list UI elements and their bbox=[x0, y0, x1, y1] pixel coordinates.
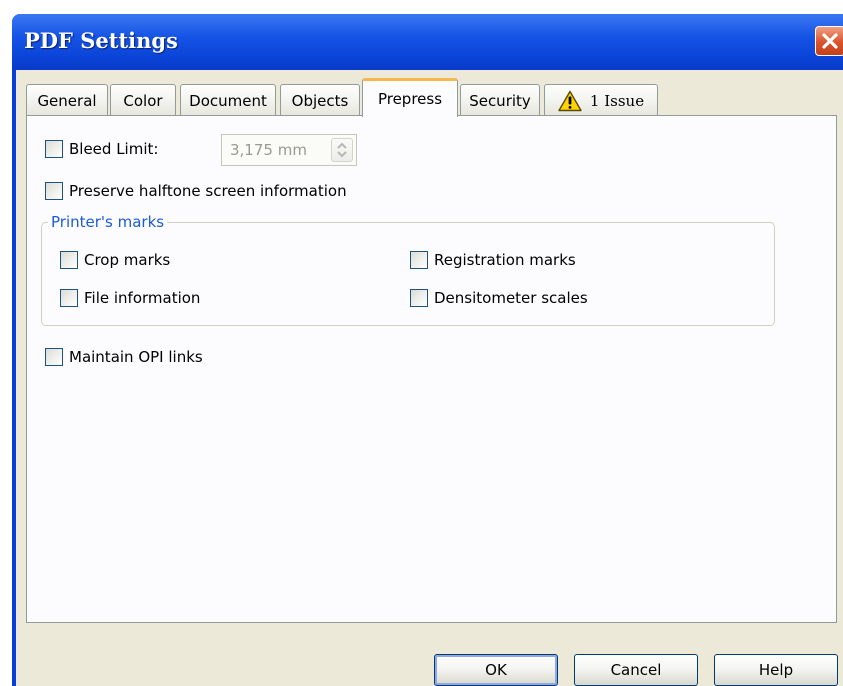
ok-button[interactable]: OK bbox=[434, 654, 558, 686]
densitometer-scales-checkbox[interactable]: Densitometer scales bbox=[410, 289, 588, 307]
checkbox-box[interactable] bbox=[410, 251, 428, 269]
dialog-body: General Color Document Objects Prepress … bbox=[16, 70, 843, 686]
bleed-limit-value: 3,175 mm bbox=[230, 141, 307, 159]
bleed-limit-spinner[interactable]: 3,175 mm bbox=[221, 134, 357, 166]
densitometer-scales-label: Densitometer scales bbox=[434, 289, 588, 307]
preserve-halftone-checkbox[interactable]: Preserve halftone screen information bbox=[45, 182, 347, 200]
tab-label: General bbox=[37, 91, 97, 110]
warning-icon bbox=[558, 90, 582, 111]
crop-marks-label: Crop marks bbox=[84, 251, 171, 269]
tab-prepress[interactable]: Prepress bbox=[362, 78, 458, 117]
checkbox-box[interactable] bbox=[410, 289, 428, 307]
tab-label: Objects bbox=[291, 91, 349, 110]
close-icon bbox=[822, 33, 838, 49]
tab-label: Document bbox=[189, 91, 267, 110]
maintain-opi-label: Maintain OPI links bbox=[69, 348, 203, 366]
tab-objects[interactable]: Objects bbox=[280, 84, 360, 116]
checkbox-box[interactable] bbox=[45, 348, 63, 366]
checkbox-box[interactable] bbox=[45, 182, 63, 200]
tab-general[interactable]: General bbox=[26, 84, 108, 116]
tab-label: 1 Issue bbox=[589, 91, 645, 110]
background-edge bbox=[0, 0, 12, 686]
tab-color[interactable]: Color bbox=[110, 84, 176, 116]
close-button[interactable] bbox=[815, 26, 843, 56]
tab-document[interactable]: Document bbox=[180, 84, 276, 116]
checkbox-box[interactable] bbox=[60, 289, 78, 307]
prepress-panel: Bleed Limit: 3,175 mm Preserve halftone … bbox=[26, 115, 837, 623]
checkbox-box[interactable] bbox=[60, 251, 78, 269]
registration-marks-checkbox[interactable]: Registration marks bbox=[410, 251, 576, 269]
tab-bar: General Color Document Objects Prepress … bbox=[26, 74, 826, 117]
tab-issues[interactable]: 1 Issue bbox=[544, 84, 658, 116]
spinner-arrows[interactable] bbox=[331, 138, 353, 162]
printers-marks-title: Printer's marks bbox=[48, 213, 168, 231]
printers-marks-group: Printer's marks Crop marks Registration … bbox=[41, 213, 775, 326]
title-bar[interactable]: PDF Settings bbox=[12, 14, 843, 70]
file-information-checkbox[interactable]: File information bbox=[60, 289, 200, 307]
help-button[interactable]: Help bbox=[714, 654, 838, 686]
window-title: PDF Settings bbox=[24, 28, 178, 53]
registration-marks-label: Registration marks bbox=[434, 251, 576, 269]
tab-label: Security bbox=[469, 91, 531, 110]
crop-marks-checkbox[interactable]: Crop marks bbox=[60, 251, 170, 269]
file-information-label: File information bbox=[84, 289, 201, 307]
tab-security[interactable]: Security bbox=[460, 84, 540, 116]
tab-label: Prepress bbox=[377, 90, 443, 108]
preserve-halftone-label: Preserve halftone screen information bbox=[69, 182, 347, 200]
tab-label: Color bbox=[123, 91, 163, 110]
cancel-button[interactable]: Cancel bbox=[574, 654, 698, 686]
checkbox-box[interactable] bbox=[45, 140, 63, 158]
spinner-arrows-icon bbox=[337, 142, 347, 158]
pdf-settings-dialog: PDF Settings General Color Document Obje… bbox=[12, 14, 843, 686]
bleed-limit-checkbox[interactable]: Bleed Limit: bbox=[45, 140, 158, 158]
bleed-limit-label: Bleed Limit: bbox=[69, 140, 159, 158]
maintain-opi-checkbox[interactable]: Maintain OPI links bbox=[45, 348, 203, 366]
